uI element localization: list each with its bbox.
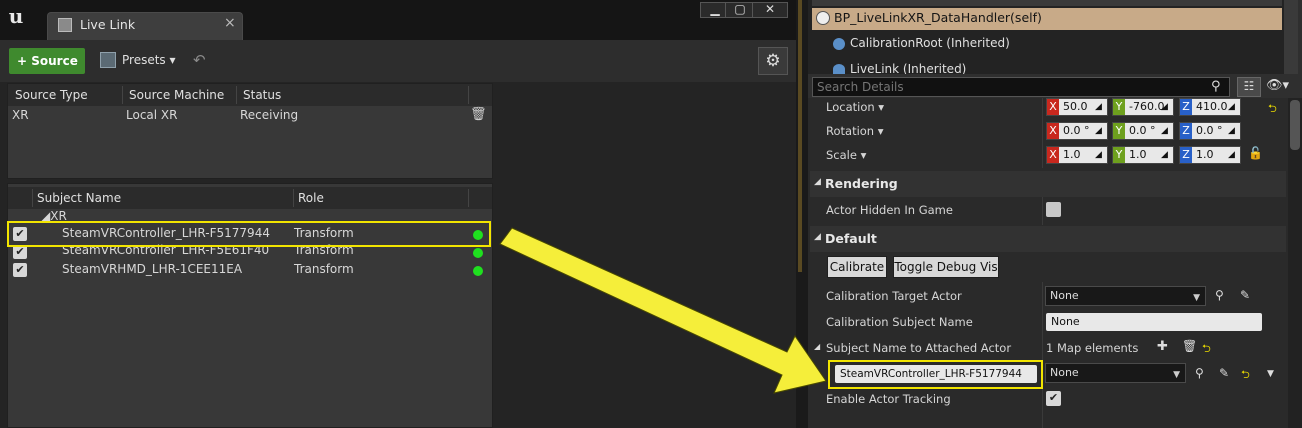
callout-arrow-overlay [499,227,827,394]
callout-arrow-icon [499,227,827,394]
